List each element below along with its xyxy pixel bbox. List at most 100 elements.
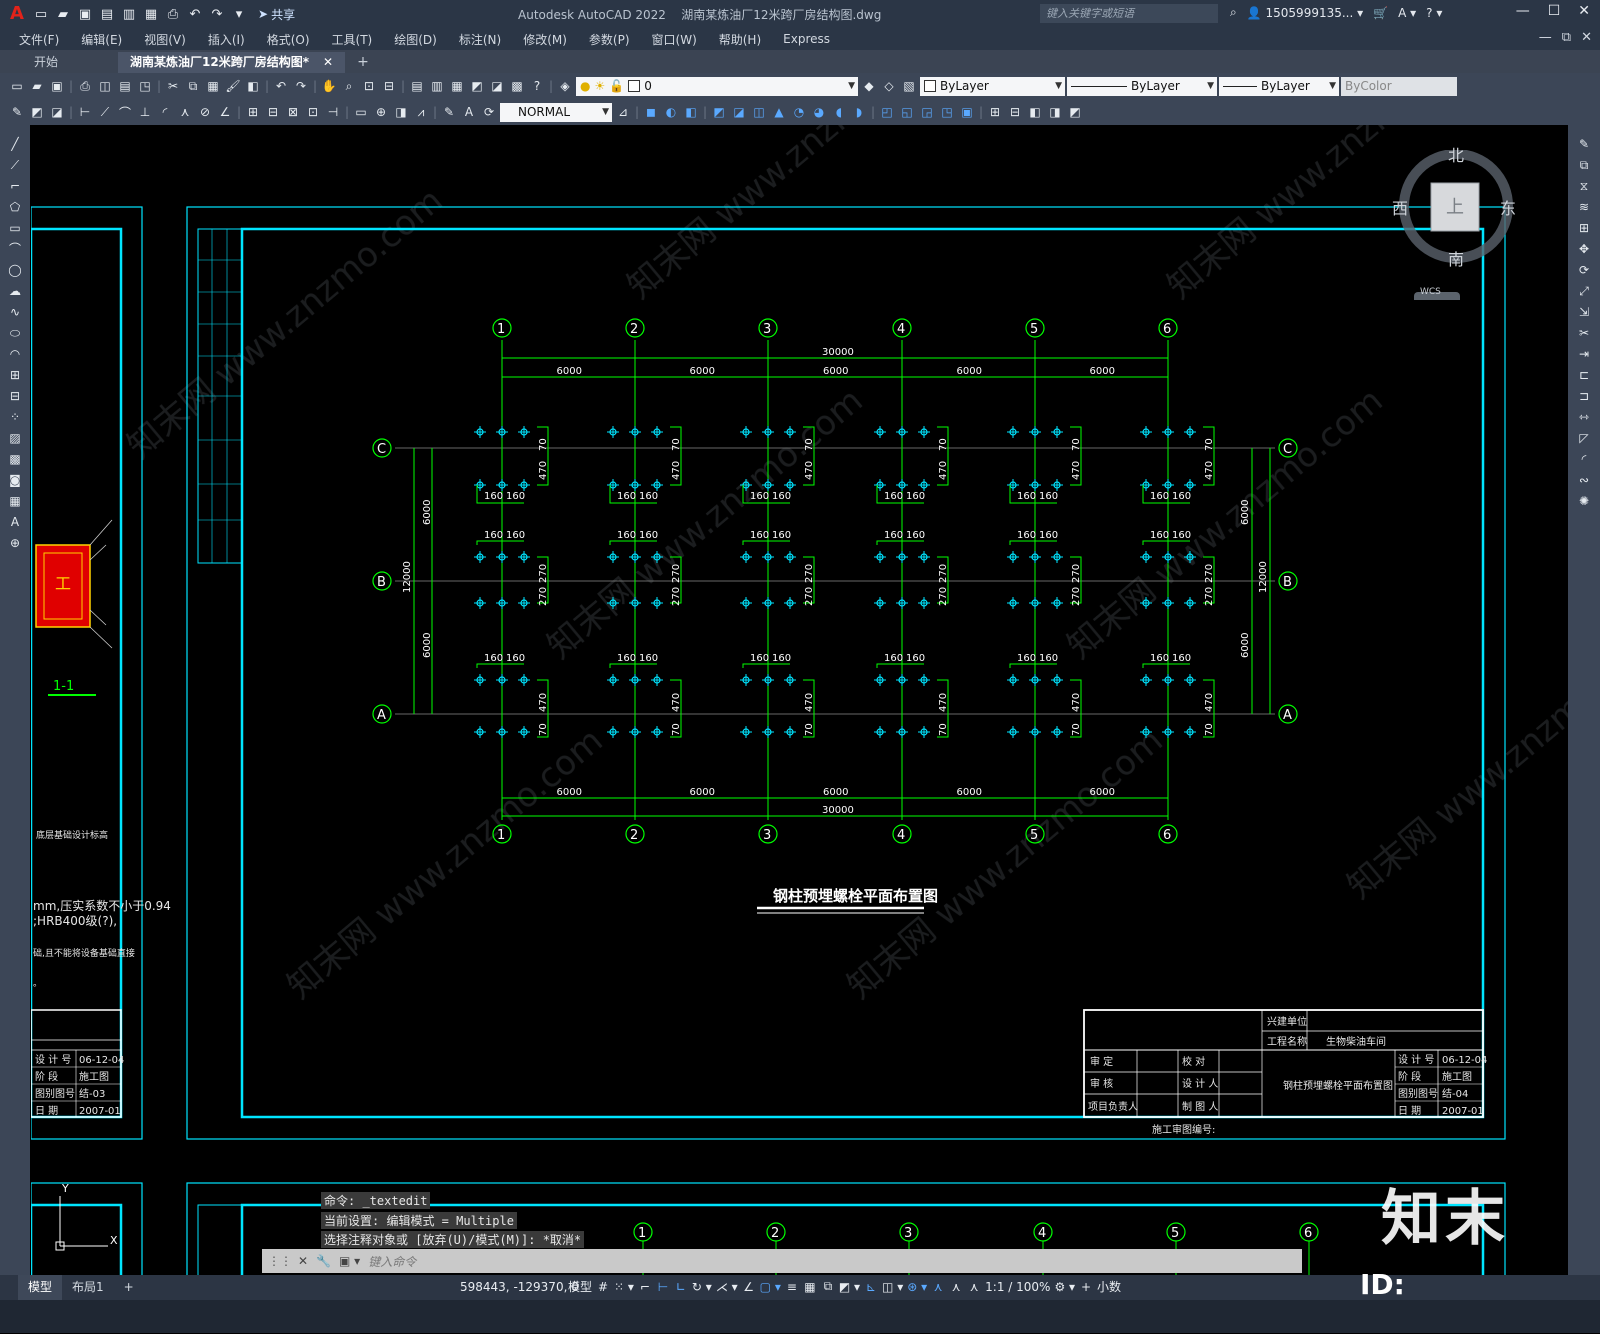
coordinate-readout[interactable]: 598443, -129370, 0	[460, 1280, 579, 1294]
intersect-icon[interactable]: ◫	[750, 103, 768, 121]
dim-edit-icon[interactable]: ✎	[440, 103, 458, 121]
annotation-scale-icon[interactable]: ⋏	[967, 1280, 981, 1294]
table-icon[interactable]: ▦	[6, 492, 24, 510]
polygon-icon[interactable]: ⬠	[6, 198, 24, 216]
viewcube-north[interactable]: 北	[1448, 142, 1464, 166]
menu-item[interactable]: 编辑(E)	[70, 31, 133, 48]
save-icon[interactable]: ▣	[48, 77, 66, 95]
workspace-icon[interactable]: ⚙ ▾	[1054, 1280, 1075, 1294]
cart-icon[interactable]: 🛒	[1373, 6, 1388, 20]
edit-icon[interactable]: ✎	[8, 103, 26, 121]
add-selected-icon[interactable]: ⊕	[6, 534, 24, 552]
ucs-object-icon[interactable]: ◩	[1066, 103, 1084, 121]
hatch-icon[interactable]: ▨	[6, 429, 24, 447]
auto-scale-icon[interactable]: ⋏	[949, 1280, 963, 1294]
text-style-icon[interactable]: ◪	[48, 103, 66, 121]
close-icon[interactable]: ✕	[1578, 3, 1590, 19]
rectangle-icon[interactable]: ▭	[6, 219, 24, 237]
menu-item[interactable]: 工具(T)	[321, 31, 384, 48]
revolve-icon[interactable]: ◔	[790, 103, 808, 121]
viewcube-top-face[interactable]: 上	[1446, 193, 1464, 219]
help-icon[interactable]: ?	[528, 77, 546, 95]
pan-icon[interactable]: ✋	[320, 77, 338, 95]
qnew-icon[interactable]: ▭	[8, 77, 26, 95]
command-input[interactable]: 键入命令	[368, 1253, 416, 1270]
gizmo-icon[interactable]: ⊛ ▾	[907, 1280, 927, 1294]
layer-previous-icon[interactable]: ◇	[880, 77, 898, 95]
layer-dropdown[interactable]: ● ☀ 🔓 0 ▼	[576, 76, 858, 96]
user-account[interactable]: 👤 1505999135... ▾	[1247, 6, 1363, 20]
plot-icon[interactable]: ⎙	[76, 77, 94, 95]
center-mark-icon[interactable]: ⊕	[372, 103, 390, 121]
sheet-set-icon[interactable]: ◩	[468, 77, 486, 95]
import-icon[interactable]: ▥	[120, 5, 138, 23]
share-button[interactable]: ➤ 共享	[258, 6, 295, 23]
tab-layout1[interactable]: 布局1	[62, 1275, 114, 1300]
revcloud-icon[interactable]: ☁	[6, 282, 24, 300]
trim-icon[interactable]: ✂	[1575, 324, 1593, 342]
dim-continue-icon[interactable]: ⊠	[284, 103, 302, 121]
polyline-icon[interactable]: ⌐	[6, 177, 24, 195]
gradient-icon[interactable]: ▩	[6, 450, 24, 468]
open-icon[interactable]: ▰	[28, 77, 46, 95]
layer-state-icon[interactable]: ▧	[900, 77, 918, 95]
tool-palettes-icon[interactable]: ▦	[448, 77, 466, 95]
snap-icon[interactable]: ⁙ ▾	[614, 1280, 634, 1294]
extrude-icon[interactable]: ▲	[770, 103, 788, 121]
publish-icon[interactable]: ▤	[116, 77, 134, 95]
menu-item[interactable]: Express	[772, 32, 841, 46]
close-command-icon[interactable]: ✕	[298, 1254, 308, 1268]
array-icon[interactable]: ⊞	[1575, 219, 1593, 237]
new-tab-button[interactable]: +	[345, 52, 381, 73]
ucs-world-icon[interactable]: ⊟	[1006, 103, 1024, 121]
doc-restore-icon[interactable]: ⧉	[1562, 30, 1571, 45]
save-icon[interactable]: ▣	[76, 5, 94, 23]
autodesk-icon[interactable]: A ▾	[1398, 6, 1416, 20]
object-snap-tracking-icon[interactable]: ∠	[742, 1280, 756, 1294]
shell-icon[interactable]: ▣	[958, 103, 976, 121]
union-icon[interactable]: ◩	[710, 103, 728, 121]
sphere-icon[interactable]: ◐	[662, 103, 680, 121]
scale-dropdown[interactable]: 1:1 / 100%	[985, 1280, 1050, 1294]
chamfer-icon[interactable]: ◸	[1575, 429, 1593, 447]
thicken-icon[interactable]: ◳	[938, 103, 956, 121]
undo-icon[interactable]: ↶	[186, 5, 204, 23]
menu-item[interactable]: 修改(M)	[512, 31, 578, 48]
undo-icon[interactable]: ↶	[272, 77, 290, 95]
wcs-menu[interactable]: WCS	[1420, 287, 1441, 297]
tab-start[interactable]: 开始	[0, 52, 118, 73]
rotate-icon[interactable]: ⟳	[1575, 261, 1593, 279]
jogged-linear-icon[interactable]: ⩘	[412, 103, 430, 121]
help-icon[interactable]: ? ▾	[1426, 6, 1442, 20]
ortho-icon[interactable]: ∟	[674, 1280, 688, 1294]
menu-item[interactable]: 参数(P)	[578, 31, 641, 48]
dim-text-edit-icon[interactable]: A	[460, 103, 478, 121]
move-icon[interactable]: ✥	[1575, 240, 1593, 258]
stretch-icon[interactable]: ⇲	[1575, 303, 1593, 321]
infer-constraints-icon[interactable]: ⌐	[638, 1280, 652, 1294]
viewcube-east[interactable]: 东	[1500, 195, 1516, 219]
arc-icon[interactable]: ⌒	[6, 240, 24, 258]
dimstyle-dropdown[interactable]: NORMAL ▼	[500, 102, 612, 122]
box-icon[interactable]: ◼	[642, 103, 660, 121]
menu-item[interactable]: 窗口(W)	[641, 31, 708, 48]
doc-minimize-icon[interactable]: —	[1539, 30, 1552, 45]
transparency-icon[interactable]: ▦	[803, 1280, 817, 1294]
search-input[interactable]: 键入关键字或短语	[1040, 4, 1218, 23]
units-dropdown[interactable]: 小数	[1097, 1278, 1121, 1295]
lineweight-icon[interactable]: ≡	[785, 1280, 799, 1294]
fillet-edge-icon[interactable]: ◰	[878, 103, 896, 121]
dim-update-icon[interactable]: ⟳	[480, 103, 498, 121]
drawing-canvas[interactable]: 知末网 www.znzmo.com 知末网 www.znzmo.com 知末网 ww…	[31, 125, 1568, 1275]
cut-icon[interactable]: ✂	[164, 77, 182, 95]
loft-icon[interactable]: ◖	[830, 103, 848, 121]
chamfer-edge-icon[interactable]: ◱	[898, 103, 916, 121]
slice-icon[interactable]: ◲	[918, 103, 936, 121]
markup-icon[interactable]: ◪	[488, 77, 506, 95]
minimize-icon[interactable]: —	[1516, 3, 1530, 19]
dimstyle-manager-icon[interactable]: ⊿	[614, 103, 632, 121]
menu-item[interactable]: 视图(V)	[133, 31, 197, 48]
mirror-icon[interactable]: ⧖	[1575, 177, 1593, 195]
ucs-previous-icon[interactable]: ◧	[1026, 103, 1044, 121]
cylinder-icon[interactable]: ◧	[682, 103, 700, 121]
